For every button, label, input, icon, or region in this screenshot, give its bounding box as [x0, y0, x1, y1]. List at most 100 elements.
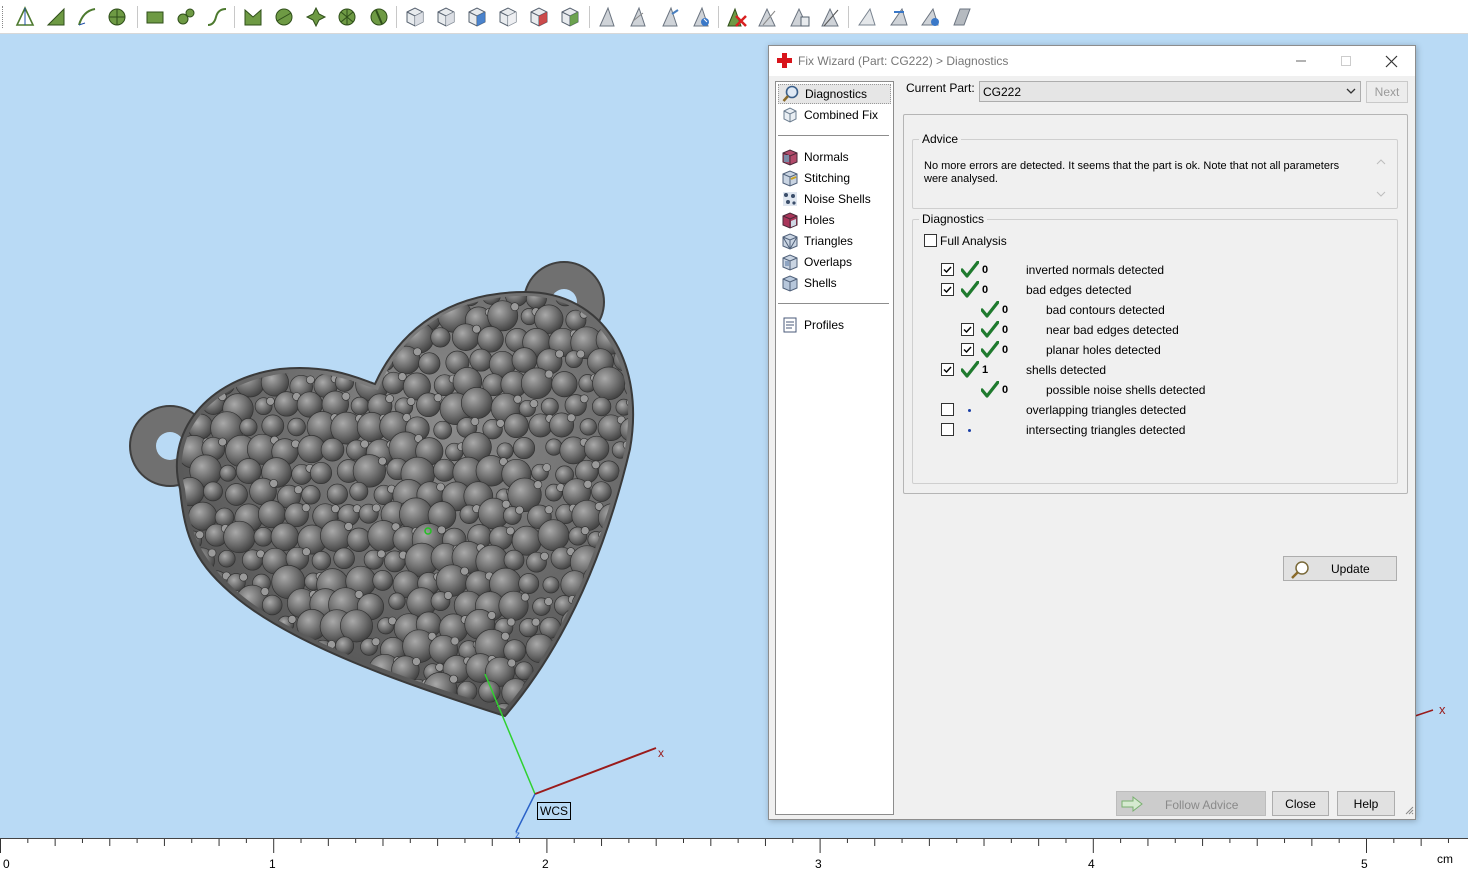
nav-item-shells[interactable]: Shells — [778, 273, 891, 293]
help-button[interactable]: Help — [1337, 791, 1395, 816]
diagnostic-count: 1 — [982, 364, 989, 376]
update-button[interactable]: Update — [1283, 556, 1397, 581]
nav-item-overlaps[interactable]: Overlaps — [778, 252, 891, 272]
nav-item-profiles[interactable]: Profiles — [778, 315, 891, 335]
mark-curve-button[interactable] — [204, 4, 230, 30]
diagnostic-checkbox[interactable] — [961, 323, 974, 336]
nav-item-combined-fix[interactable]: Combined Fix — [778, 105, 891, 125]
triangle-plane-button[interactable] — [818, 4, 844, 30]
mark-brush-icon — [370, 8, 388, 26]
diagnostic-checkbox[interactable] — [941, 423, 954, 436]
green-check-icon — [980, 300, 1000, 318]
nav-item-noise-shells[interactable]: Noise Shells — [778, 189, 891, 209]
arrow-right-icon — [1121, 795, 1143, 815]
close-window-button[interactable] — [1369, 49, 1413, 73]
dialog-titlebar[interactable]: Fix Wizard (Part: CG222) > Diagnostics — [769, 46, 1415, 76]
pending-dot-icon — [968, 409, 971, 412]
current-part-value: CG222 — [983, 85, 1022, 99]
mark-triangle-button[interactable] — [12, 4, 38, 30]
scroll-up-icon — [1376, 159, 1386, 165]
diagnostic-checkbox[interactable] — [961, 343, 974, 356]
green-check-icon — [980, 340, 1000, 358]
view-shaded-button[interactable] — [526, 4, 552, 30]
advice-scrollbar[interactable] — [1373, 156, 1389, 202]
mark-plane-button[interactable] — [104, 4, 130, 30]
mark-connected-button[interactable] — [240, 4, 266, 30]
mirror-button[interactable] — [917, 4, 943, 30]
view-top-button[interactable] — [464, 4, 490, 30]
current-part-select[interactable]: CG222 — [979, 81, 1361, 102]
cube-gear-icon — [781, 106, 799, 124]
bottom-ruler: 0 1 2 3 4 5 cm — [0, 838, 1468, 876]
diagnostics-group: Diagnostics Full Analysis 0 inverted norm… — [912, 212, 1398, 581]
cut-button[interactable] — [854, 4, 880, 30]
nav-item-holes[interactable]: Holes — [778, 210, 891, 230]
diagnostic-count: 0 — [1002, 324, 1009, 336]
triangle-edge-button[interactable] — [657, 4, 683, 30]
mark-sphere-icon — [177, 8, 195, 25]
checkmark-icon — [943, 366, 952, 374]
triangle-select-button[interactable] — [594, 4, 620, 30]
minimize-button[interactable] — [1279, 49, 1323, 73]
diagnostic-text: shells detected — [1026, 363, 1107, 377]
toolbar-grip[interactable] — [2, 6, 5, 28]
resize-grip-icon[interactable] — [1404, 804, 1414, 818]
view-front-icon — [406, 7, 424, 27]
view-front-button[interactable] — [402, 4, 428, 30]
triangle-normal-button[interactable] — [688, 4, 714, 30]
checkmark-icon — [963, 326, 972, 334]
green-check-icon — [960, 280, 980, 298]
diagnostic-count: 0 — [1002, 304, 1009, 316]
diagnostic-checkbox[interactable] — [941, 263, 954, 276]
triangle-flat-button[interactable] — [625, 4, 651, 30]
maximize-button[interactable] — [1324, 49, 1368, 73]
mark-angle-button[interactable] — [271, 4, 297, 30]
mark-wave-icon — [305, 6, 327, 28]
nav-item-stitching[interactable]: Stitching — [778, 168, 891, 188]
diagnostic-checkbox[interactable] — [941, 363, 954, 376]
minimize-icon — [1296, 60, 1306, 62]
advice-legend: Advice — [919, 132, 962, 146]
shells-cube-icon — [781, 274, 799, 292]
follow-advice-button[interactable]: Follow Advice — [1116, 791, 1266, 816]
nav-item-triangles[interactable]: Triangles — [778, 231, 891, 251]
mark-surface-icon — [46, 7, 65, 26]
next-button[interactable]: Next — [1366, 81, 1408, 103]
grid-button[interactable] — [948, 4, 974, 30]
diagnostic-checkbox[interactable] — [941, 403, 954, 416]
view-wire-button[interactable] — [495, 4, 521, 30]
diagnostic-text: bad edges detected — [1026, 283, 1132, 297]
full-analysis-label: Full Analysis — [940, 234, 1007, 248]
nav-item-normals[interactable]: Normals — [778, 147, 891, 167]
mark-box-icon — [146, 11, 164, 24]
view-side-button[interactable] — [433, 4, 459, 30]
view-iso-button[interactable] — [557, 4, 583, 30]
diagnostics-panel: Advice No more errors are detected. It s… — [903, 114, 1408, 581]
diagnostic-text: planar holes detected — [1046, 343, 1161, 357]
scroll-down-icon — [1376, 191, 1386, 197]
magnifier-icon — [782, 85, 800, 103]
mark-surface-button[interactable] — [43, 4, 69, 30]
close-button[interactable]: Close — [1272, 791, 1329, 816]
full-analysis-checkbox[interactable] — [924, 234, 937, 247]
diagnostic-text: inverted normals detected — [1026, 263, 1165, 277]
mark-radius-button[interactable] — [334, 4, 360, 30]
advice-textbox[interactable]: No more errors are detected. It seems th… — [918, 156, 1389, 202]
ruler-label-0: 0 — [3, 857, 10, 871]
triangle-flat-icon — [630, 6, 646, 27]
grid-icon — [953, 8, 971, 26]
mark-shell-button[interactable] — [74, 4, 100, 30]
delete-triangle-button[interactable] — [724, 4, 750, 30]
mark-shell-icon — [78, 8, 96, 26]
diagnostic-checkbox[interactable] — [941, 283, 954, 296]
triangle-fill-button[interactable] — [755, 4, 781, 30]
triangle-copy-button[interactable] — [787, 4, 813, 30]
nav-item-diagnostics[interactable]: Diagnostics — [778, 84, 891, 104]
mark-sphere-button[interactable] — [173, 4, 199, 30]
cut-icon — [858, 7, 876, 26]
diagnostic-text: overlapping triangles detected — [1026, 403, 1187, 417]
mark-brush-button[interactable] — [366, 4, 392, 30]
mark-wave-button[interactable] — [303, 4, 329, 30]
mark-box-button[interactable] — [142, 4, 168, 30]
measure-button[interactable] — [886, 4, 912, 30]
